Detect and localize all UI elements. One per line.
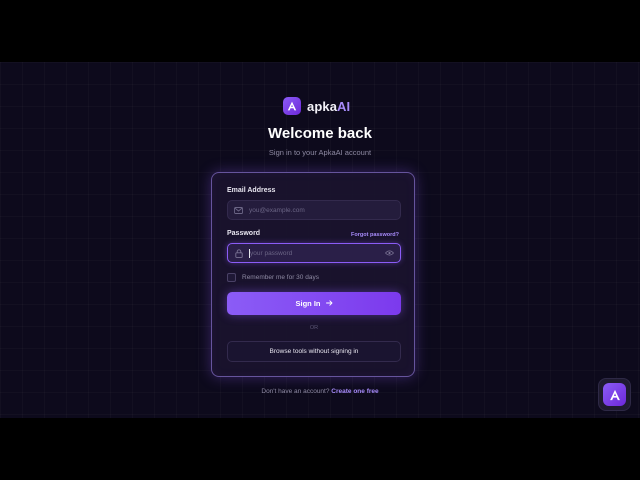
sign-in-button[interactable]: Sign In — [227, 292, 401, 315]
email-field[interactable] — [227, 200, 401, 220]
create-account-link[interactable]: Create one free — [331, 388, 378, 395]
brand: apkaAI — [283, 97, 350, 115]
password-input[interactable] — [250, 244, 384, 262]
email-label: Email Address — [227, 187, 276, 194]
remember-label: Remember me for 30 days — [242, 274, 319, 281]
mail-icon — [234, 206, 243, 215]
signup-prompt-text: Don't have an account? — [261, 388, 330, 395]
page-title: Welcome back — [268, 125, 372, 142]
brand-name-suffix: AI — [337, 98, 351, 114]
login-page: apkaAI Welcome back Sign in to your Apka… — [0, 62, 640, 418]
remember-checkbox[interactable] — [227, 273, 236, 282]
brand-name-prefix: apka — [307, 98, 338, 114]
forgot-password-link[interactable]: Forgot password? — [351, 232, 399, 238]
or-divider: OR — [309, 325, 319, 331]
browse-without-signin-button[interactable]: Browse tools without signing in — [227, 341, 401, 362]
login-card: Email Address Password Forgot password? — [211, 172, 415, 377]
page-subtitle: Sign in to your ApkaAI account — [268, 148, 372, 157]
floating-app-button[interactable] — [598, 378, 631, 411]
password-label: Password — [227, 230, 261, 237]
sign-in-label: Sign In — [295, 299, 321, 308]
lock-icon — [234, 248, 243, 258]
password-field[interactable] — [227, 243, 401, 263]
apka-logo-icon — [603, 383, 626, 406]
brand-logo-icon — [283, 97, 301, 115]
arrow-right-icon — [325, 299, 333, 308]
email-input[interactable] — [249, 201, 394, 219]
brand-name: apkaAI — [307, 99, 350, 114]
signup-prompt: Don't have an account? Create one free — [0, 388, 640, 395]
eye-icon[interactable] — [384, 248, 394, 258]
letterbox-top — [0, 0, 640, 62]
letterbox-bottom — [0, 418, 640, 480]
remember-me[interactable]: Remember me for 30 days — [227, 273, 319, 282]
